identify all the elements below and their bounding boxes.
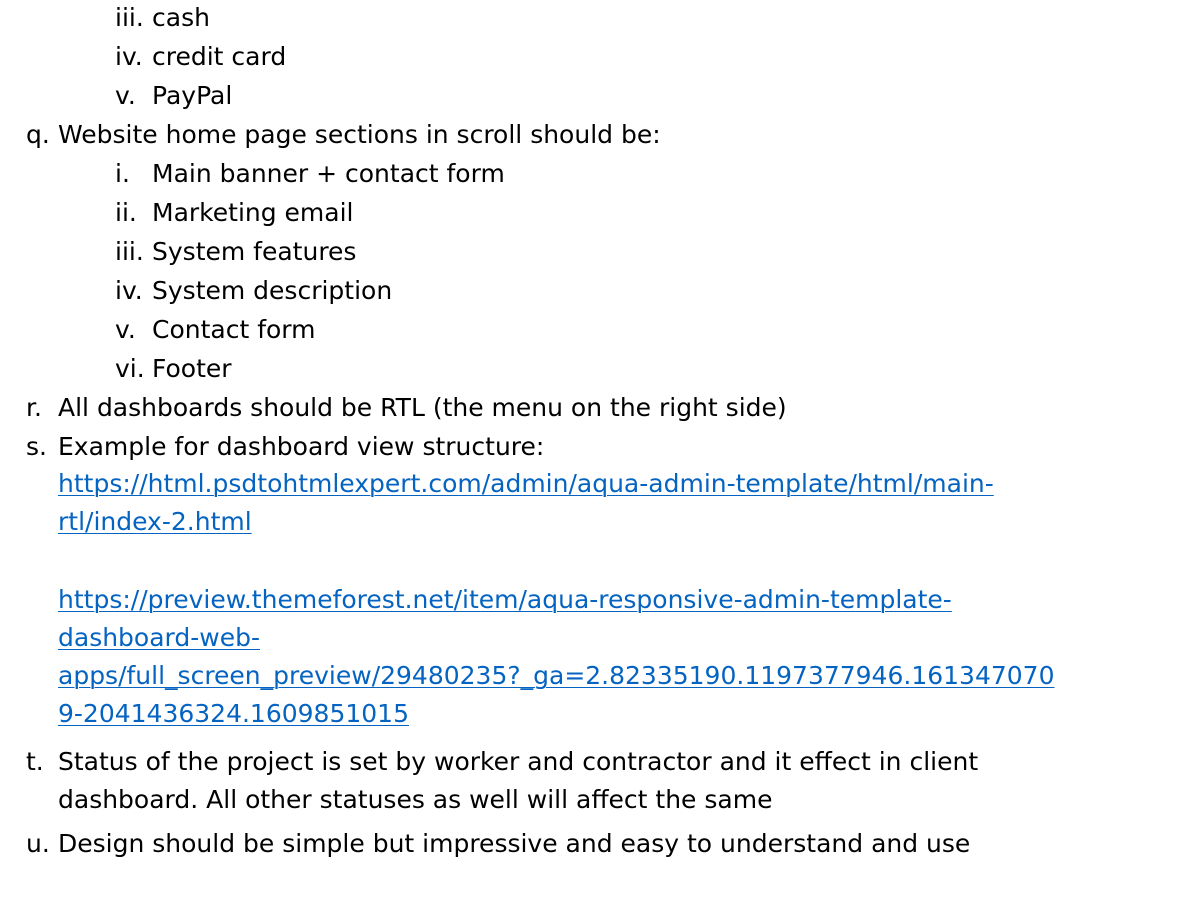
dashboard-example-link-2[interactable]: https://preview.themeforest.net/item/aqu… [58, 584, 952, 616]
list-item-text: Footer [152, 354, 232, 383]
list-marker: v. [115, 315, 136, 344]
list-item-text: Contact form [152, 315, 316, 344]
list-marker: v. [115, 81, 136, 110]
list-item-text: Website home page sections in scroll sho… [58, 120, 661, 149]
dashboard-example-link-2-cont[interactable]: 9-2041436324.1609851015 [58, 698, 409, 730]
dashboard-example-link-2-cont[interactable]: apps/full_screen_preview/29480235?_ga=2.… [58, 660, 1054, 692]
dashboard-example-link-2-cont[interactable]: dashboard-web- [58, 622, 260, 654]
list-marker: i. [115, 159, 130, 188]
list-marker: iii. [115, 237, 144, 266]
dashboard-example-link-1-cont[interactable]: rtl/index-2.html [58, 506, 252, 538]
list-marker: u. [26, 829, 50, 858]
list-item-text: PayPal [152, 81, 233, 110]
list-marker: vi. [115, 354, 145, 383]
list-marker: t. [26, 747, 44, 776]
list-marker: q. [26, 120, 50, 149]
list-marker: s. [26, 432, 47, 461]
list-item-text: Main banner + contact form [152, 159, 505, 188]
list-marker: iii. [115, 3, 144, 32]
list-item-text: Design should be simple but impressive a… [58, 829, 971, 858]
document-page: iii. cash iv. credit card v. PayPal q. W… [0, 0, 1179, 898]
dashboard-example-link-1[interactable]: https://html.psdtohtmlexpert.com/admin/a… [58, 468, 994, 500]
list-item-text-cont: dashboard. All other statuses as well wi… [58, 785, 773, 814]
list-marker: iv. [115, 42, 143, 71]
list-item-text: System features [152, 237, 357, 266]
list-item-text: credit card [152, 42, 287, 71]
list-item-text: All dashboards should be RTL (the menu o… [58, 393, 787, 422]
list-marker: iv. [115, 276, 143, 305]
list-item-text: cash [152, 3, 210, 32]
list-item-text: System description [152, 276, 393, 305]
list-item-text: Marketing email [152, 198, 354, 227]
list-item-text: Status of the project is set by worker a… [58, 747, 979, 776]
list-item-text: Example for dashboard view structure: [58, 432, 545, 461]
list-marker: r. [26, 393, 42, 422]
list-marker: ii. [115, 198, 137, 227]
